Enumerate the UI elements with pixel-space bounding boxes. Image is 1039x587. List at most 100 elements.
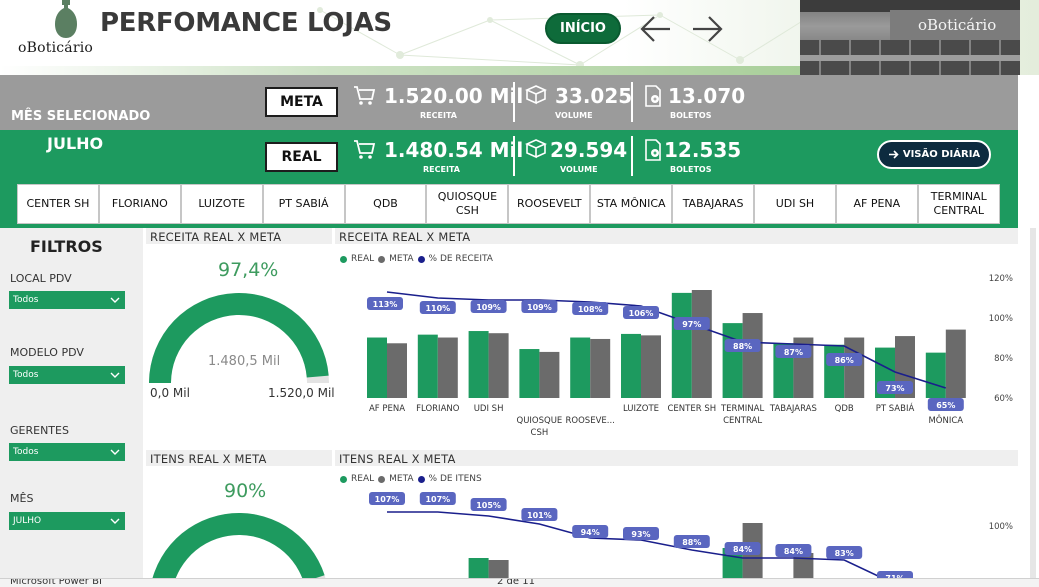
pct-label: 109% — [476, 303, 501, 312]
store-photo: oBoticário — [800, 0, 1020, 75]
bar-real — [367, 337, 387, 398]
y2-tick-label: 80% — [994, 354, 1013, 364]
bar-real — [468, 331, 489, 398]
category-label: MÔNICA — [928, 414, 963, 426]
filter-value: Todos — [13, 295, 39, 305]
pct-label: 88% — [682, 538, 701, 547]
pct-label: 88% — [733, 342, 752, 351]
chevron-down-icon — [110, 372, 120, 378]
category-label: UDI SH — [474, 404, 504, 414]
receipt-icon — [645, 139, 661, 161]
store-tab[interactable]: STA MÔNICA — [590, 184, 673, 224]
pct-label: 108% — [578, 305, 603, 314]
visao-diaria-button[interactable]: VISÃO DIÁRIA — [877, 140, 991, 169]
pct-label: 65% — [936, 401, 955, 410]
boticario-logo: oBoticário — [18, 0, 110, 72]
store-photo-shapes — [800, 0, 1020, 75]
cart-icon — [354, 140, 376, 159]
bar-real — [468, 558, 489, 578]
filter-value: Todos — [13, 447, 39, 457]
meta-boletos-value: 13.070 — [668, 84, 746, 108]
scrollbar-track[interactable] — [1030, 228, 1036, 578]
store-tab[interactable]: QUIOSQUE CSH — [426, 184, 509, 224]
receita-chart-svg: AF PENA FLORIANO UDI SH QUIOSQUE CSH ROOSEVE.… — [367, 274, 1013, 438]
bar-real — [519, 349, 540, 398]
status-page-indicator: 2 de 11 — [497, 578, 535, 587]
filter-label-modelo-pdv: MODELO PDV — [10, 346, 84, 359]
bar-real — [824, 344, 845, 398]
mes-selecionado-value: JULHO — [47, 134, 104, 153]
meta-volume-caption: VOLUME — [555, 111, 593, 120]
category-label: AF PENA — [369, 404, 405, 414]
store-tab[interactable]: LUIZOTE — [180, 184, 263, 224]
kpi-divider — [513, 82, 515, 122]
store-tab[interactable]: TABAJARAS — [672, 184, 755, 224]
gauge-receita-min: 0,0 Mil — [150, 386, 190, 400]
category-label: LUIZOTE — [623, 404, 659, 414]
store-tab[interactable]: AF PENA — [835, 184, 918, 224]
pct-label: 107% — [425, 495, 450, 504]
pct-label: 97% — [682, 320, 701, 329]
bar-meta — [437, 337, 458, 398]
real-receita-caption: RECEITA — [423, 165, 460, 174]
store-tab[interactable]: TERMINAL CENTRAL — [917, 184, 1000, 224]
bar-meta — [945, 329, 966, 398]
category-label: TERMINAL — [720, 404, 764, 414]
gauge-itens-panel: ITENS REAL X META 90% — [146, 450, 332, 578]
pct-label: 101% — [527, 511, 552, 520]
gauge-itens-title: ITENS REAL X META — [150, 452, 267, 466]
bar-real — [570, 337, 591, 398]
store-tab[interactable]: CENTER SH — [17, 184, 99, 224]
y2-tick-label: 100% — [989, 522, 1013, 532]
chevron-down-icon — [110, 449, 120, 455]
filter-select-mes[interactable]: JULHO — [9, 512, 125, 530]
gauge-receita-percent: 97,4% — [218, 259, 279, 281]
kpi-divider — [631, 136, 633, 176]
bar-meta — [590, 338, 611, 398]
filter-select-local-pdv[interactable]: Todos — [9, 291, 125, 309]
category-label: CSH — [531, 428, 549, 438]
store-tab[interactable]: UDI SH — [754, 184, 836, 224]
logo-bottle-icon — [55, 0, 77, 38]
category-label: ROOSEVE... — [566, 416, 615, 426]
y2-tick-label: 60% — [994, 394, 1013, 404]
mes-selecionado-label: MÊS SELECIONADO — [11, 109, 151, 124]
box-icon — [525, 85, 547, 105]
bar-real — [925, 352, 946, 398]
pct-label: 84% — [733, 545, 752, 554]
inicio-button[interactable]: INÍCIO — [545, 13, 621, 44]
logo-text: oBoticário — [18, 40, 94, 56]
store-tab[interactable]: QDB — [344, 184, 427, 224]
filters-title: FILTROS — [30, 237, 103, 256]
real-band: JULHO REAL 1.480.54 Mil RECEITA 29.594 V… — [0, 130, 1018, 228]
bar-meta — [539, 351, 560, 398]
back-arrow-icon[interactable] — [639, 12, 673, 46]
meta-boletos-caption: BOLETOS — [670, 111, 712, 120]
pct-label: 110% — [425, 304, 450, 313]
pct-label: 86% — [835, 356, 854, 365]
filter-label-local-pdv: LOCAL PDV — [10, 272, 72, 285]
pct-label: 83% — [835, 549, 854, 558]
store-tab[interactable]: FLORIANO — [98, 184, 181, 224]
filter-select-gerentes[interactable]: Todos — [9, 443, 125, 461]
filters-panel: FILTROS LOCAL PDV Todos MODELO PDV Todos… — [0, 228, 143, 578]
y2-tick-label: 120% — [989, 274, 1013, 284]
gauge-fill — [149, 292, 329, 383]
pct-label: 105% — [476, 501, 501, 510]
store-tabs: CENTER SH FLORIANO LUIZOTE PT SABIÁ QDB … — [17, 184, 1000, 224]
gauge-itens-percent: 90% — [224, 480, 267, 502]
category-label: FLORIANO — [416, 404, 460, 414]
store-tab[interactable]: PT SABIÁ — [262, 184, 345, 224]
forward-arrow-icon[interactable] — [690, 12, 724, 46]
pct-label: 113% — [373, 300, 398, 309]
pct-label: 87% — [784, 348, 803, 357]
pct-label: 94% — [581, 528, 600, 537]
bar-real — [722, 323, 743, 398]
category-label: CENTRAL — [723, 416, 762, 426]
store-tab[interactable]: ROOSEVELT — [508, 184, 591, 224]
meta-receita-caption: RECEITA — [420, 111, 457, 120]
bar-meta — [488, 560, 509, 578]
gauge-receita-panel: RECEITA REAL X META 97,4% 1.480,5 Mil 0,… — [146, 228, 335, 447]
filter-select-modelo-pdv[interactable]: Todos — [9, 366, 125, 384]
bar-real — [621, 333, 641, 398]
